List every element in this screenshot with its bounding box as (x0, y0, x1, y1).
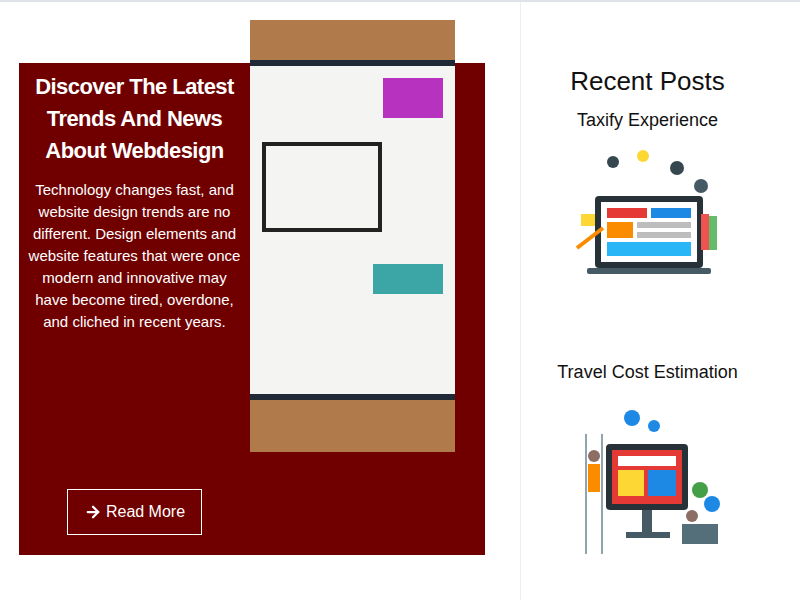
page: Discover The Latest Trends And News Abou… (0, 0, 800, 600)
post-title[interactable]: Taxify Experience (577, 108, 718, 132)
team-illustration-icon (572, 404, 722, 564)
sketch-block (373, 264, 443, 294)
hero-text: Discover The Latest Trends And News Abou… (19, 63, 250, 555)
recent-post[interactable]: Travel Cost Estimation (557, 360, 737, 564)
post-title[interactable]: Travel Cost Estimation (557, 360, 737, 384)
laptop-illustration-icon (573, 144, 723, 292)
arrow-right-icon (84, 503, 102, 521)
monitor-frame (250, 60, 455, 400)
hero-title: Discover The Latest Trends And News Abou… (27, 71, 242, 167)
read-more-button[interactable]: Read More (67, 489, 202, 535)
main-area: Discover The Latest Trends And News Abou… (0, 2, 520, 600)
sidebar-title: Recent Posts (570, 64, 725, 98)
sticky-note (383, 78, 443, 118)
hero-card: Discover The Latest Trends And News Abou… (19, 63, 485, 555)
sidebar: Recent Posts Taxify Experience Travel Cost… (520, 2, 800, 600)
hero-body: Technology changes fast, and website des… (27, 179, 242, 333)
monitor-screen (250, 66, 455, 394)
post-image[interactable] (573, 144, 723, 292)
recent-post[interactable]: Taxify Experience (573, 108, 723, 292)
post-image[interactable] (572, 404, 722, 564)
hero-image (250, 20, 455, 452)
sketch-box (262, 142, 382, 232)
